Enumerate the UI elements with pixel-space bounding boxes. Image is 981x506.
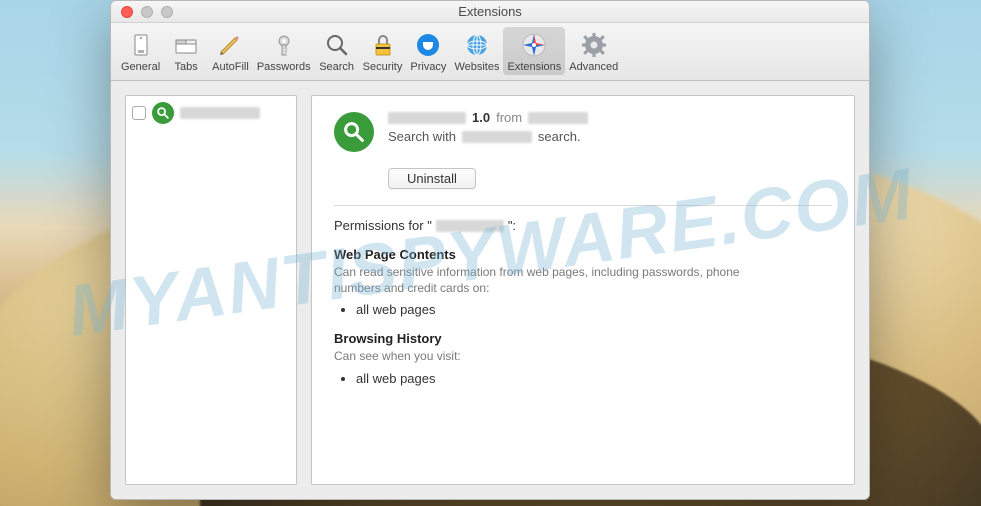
tab-privacy[interactable]: Privacy [406,27,450,75]
tab-passwords[interactable]: Passwords [253,27,315,75]
permissions-title-prefix: Permissions for " [334,218,432,233]
extension-enable-checkbox[interactable] [132,106,146,120]
close-button[interactable] [121,6,133,18]
uninstall-button[interactable]: Uninstall [388,168,476,189]
maximize-button[interactable] [161,6,173,18]
permission-section-webpage: Web Page Contents Can read sensitive inf… [334,247,832,317]
permission-heading: Web Page Contents [334,247,832,262]
from-label: from [496,110,522,125]
extension-header: 1.0 from Search with search. [334,110,832,152]
extension-search-redacted [462,131,532,143]
desc-prefix: Search with [388,129,456,144]
tab-tabs[interactable]: Tabs [164,27,208,75]
extension-icon [152,102,174,124]
tab-label: Search [319,61,354,73]
tab-label: Security [363,61,403,73]
tabs-icon [172,31,200,59]
tab-general[interactable]: General [117,27,164,75]
tab-extensions[interactable]: Extensions [503,27,565,75]
permission-body: Can see when you visit: [334,348,754,364]
desc-suffix: search. [538,129,581,144]
permission-section-history: Browsing History Can see when you visit:… [334,331,832,385]
uninstall-row: Uninstall [334,168,832,189]
tab-label: Extensions [507,61,561,73]
content-area: 1.0 from Search with search. Uninstall P… [111,81,869,499]
security-icon [369,31,397,59]
general-icon [127,31,155,59]
extension-name-redacted [180,107,260,119]
tab-label: AutoFill [212,61,249,73]
minimize-button[interactable] [141,6,153,18]
autofill-icon [216,31,244,59]
privacy-icon [414,31,442,59]
preferences-toolbar: General Tabs AutoFill Passwords Search [111,23,869,81]
permissions-title: Permissions for " ": [334,218,832,233]
extension-icon [334,112,374,152]
permissions-name-redacted [436,220,504,232]
tab-label: Privacy [410,61,446,73]
tab-label: General [121,61,160,73]
extensions-list [125,95,297,485]
permission-heading: Browsing History [334,331,832,346]
passwords-icon [270,31,298,59]
search-icon [323,31,351,59]
tab-label: Advanced [569,61,618,73]
tab-security[interactable]: Security [359,27,407,75]
permission-list: all web pages [356,302,832,317]
permission-list: all web pages [356,371,832,386]
advanced-icon [580,31,608,59]
tab-label: Passwords [257,61,311,73]
tab-label: Websites [454,61,499,73]
extension-version: 1.0 [472,110,490,125]
permission-body: Can read sensitive information from web … [334,264,754,296]
websites-icon [463,31,491,59]
tab-websites[interactable]: Websites [450,27,503,75]
permissions-title-suffix: ": [508,218,516,233]
preferences-window: Extensions General Tabs AutoFill Passw [110,0,870,500]
extension-description: Search with search. [388,129,832,144]
extension-list-item[interactable] [132,102,290,124]
tab-advanced[interactable]: Advanced [565,27,622,75]
permission-item: all web pages [356,302,832,317]
permission-item: all web pages [356,371,832,386]
extensions-icon [520,31,548,59]
window-title: Extensions [111,4,869,19]
extension-author-redacted [528,112,588,124]
extension-title-line: 1.0 from [388,110,832,125]
tab-label: Tabs [175,61,198,73]
extension-detail: 1.0 from Search with search. Uninstall P… [311,95,855,485]
extension-name-redacted [388,112,466,124]
window-titlebar: Extensions [111,1,869,23]
divider [334,205,832,206]
traffic-lights [111,6,173,18]
tab-autofill[interactable]: AutoFill [208,27,253,75]
tab-search[interactable]: Search [315,27,359,75]
